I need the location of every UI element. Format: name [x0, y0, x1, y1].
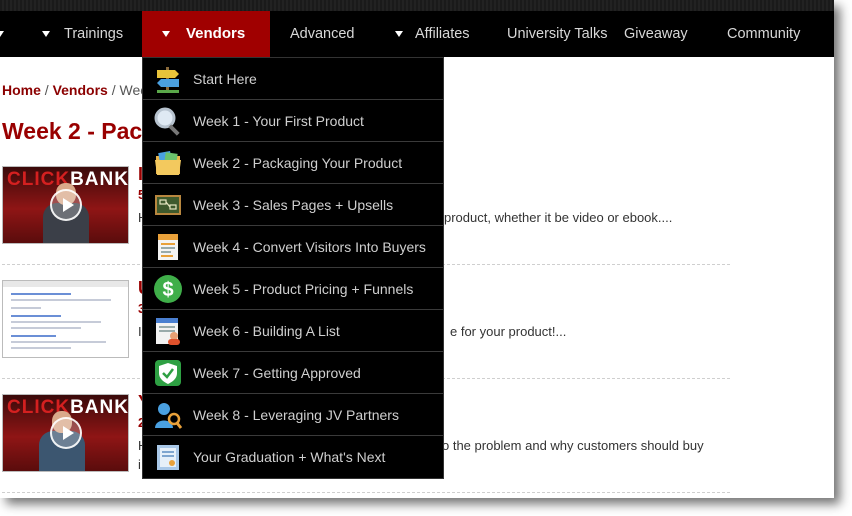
page-title: Week 2 - Pac	[2, 118, 143, 144]
shield-check-icon	[155, 360, 181, 386]
certificate-icon	[157, 445, 179, 470]
nav-label: Vendors	[186, 25, 246, 42]
chevron-down-icon	[0, 31, 4, 37]
contact-list-icon	[156, 318, 180, 345]
magnifier-icon	[154, 107, 180, 136]
menu-item-label: Week 8 - Leveraging JV Partners	[193, 407, 399, 423]
menu-item-week-5[interactable]: $ Week 5 - Product Pricing + Funnels	[143, 268, 443, 310]
menu-item-label: Week 4 - Convert Visitors Into Buyers	[193, 239, 426, 255]
menu-item-week-1[interactable]: Week 1 - Your First Product	[143, 100, 443, 142]
breadcrumb-separator: /	[44, 82, 49, 98]
lesson-excerpt-tail: product, whether it be video or ebook...…	[444, 210, 673, 225]
menu-item-week-2[interactable]: Week 2 - Packaging Your Product	[143, 142, 443, 184]
menu-item-label: Your Graduation + What's Next	[193, 449, 386, 465]
menu-item-label: Week 5 - Product Pricing + Funnels	[193, 281, 414, 297]
dollar-icon: $	[154, 275, 182, 303]
menu-item-week-6[interactable]: Week 6 - Building A List	[143, 310, 443, 352]
nav-item-affiliates[interactable]: Affiliates	[375, 11, 487, 57]
breadcrumb-vendors-link[interactable]: Vendors	[53, 82, 108, 98]
lesson-screenshot-thumbnail[interactable]	[2, 280, 129, 358]
nav-item-offscreen[interactable]	[0, 11, 8, 57]
menu-item-graduation[interactable]: Your Graduation + What's Next	[143, 436, 443, 478]
top-pattern-strip	[0, 0, 834, 11]
lesson-excerpt-tail: e for your product!...	[450, 324, 567, 339]
divider	[2, 492, 730, 493]
menu-item-label: Week 2 - Packaging Your Product	[193, 155, 403, 171]
nav-label: Giveaway	[624, 26, 688, 42]
menu-item-week-3[interactable]: Week 3 - Sales Pages + Upsells	[143, 184, 443, 226]
nav-item-trainings[interactable]: Trainings	[8, 11, 142, 57]
menu-item-label: Week 1 - Your First Product	[193, 113, 364, 129]
menu-item-week-7[interactable]: Week 7 - Getting Approved	[143, 352, 443, 394]
menu-item-label: Week 3 - Sales Pages + Upsells	[193, 197, 394, 213]
chevron-down-icon	[162, 31, 170, 37]
lesson-video-thumbnail[interactable]: CLICKBANK	[2, 394, 129, 472]
breadcrumb: Home / Vendors / Wee	[2, 82, 148, 98]
breadcrumb-separator: /	[111, 82, 116, 98]
play-icon[interactable]	[50, 189, 82, 221]
menu-item-week-4[interactable]: Week 4 - Convert Visitors Into Buyers	[143, 226, 443, 268]
signpost-icon	[157, 67, 179, 93]
menu-item-label: Week 7 - Getting Approved	[193, 365, 361, 381]
folder-icon	[155, 151, 181, 175]
nav-item-giveaway[interactable]: Giveaway	[622, 11, 724, 57]
menu-item-label: Week 6 - Building A List	[193, 323, 340, 339]
nav-label: Affiliates	[415, 26, 470, 42]
partners-icon	[155, 403, 183, 429]
vendors-dropdown-menu: Start Here Week 1 - Your First Product W…	[142, 57, 444, 479]
menu-item-label: Start Here	[193, 71, 257, 87]
lesson-video-thumbnail[interactable]: CLICKBANK	[2, 166, 129, 244]
nav-label: Advanced	[290, 26, 355, 42]
nav-item-vendors[interactable]: Vendors	[142, 11, 270, 57]
menu-item-start-here[interactable]: Start Here	[143, 58, 443, 100]
main-navigation: Trainings Vendors Advanced Affiliates Un…	[0, 11, 834, 57]
nav-label: Community	[727, 26, 801, 42]
nav-item-university-talks[interactable]: University Talks	[487, 11, 622, 57]
nav-label: University Talks	[507, 26, 608, 42]
svg-text:$: $	[162, 279, 173, 301]
menu-item-week-8[interactable]: Week 8 - Leveraging JV Partners	[143, 394, 443, 436]
play-icon[interactable]	[50, 417, 82, 449]
chevron-down-icon	[42, 31, 50, 37]
nav-label: Trainings	[64, 26, 124, 42]
nav-item-advanced[interactable]: Advanced	[270, 11, 375, 57]
lesson-excerpt-tail: o the problem and why customers should b…	[442, 438, 704, 453]
nav-item-community[interactable]: Community	[724, 11, 834, 57]
document-icon	[158, 234, 178, 260]
chalkboard-icon	[155, 195, 181, 215]
breadcrumb-home-link[interactable]: Home	[2, 82, 41, 98]
chevron-down-icon	[395, 31, 403, 37]
browser-page: Trainings Vendors Advanced Affiliates Un…	[0, 0, 834, 498]
